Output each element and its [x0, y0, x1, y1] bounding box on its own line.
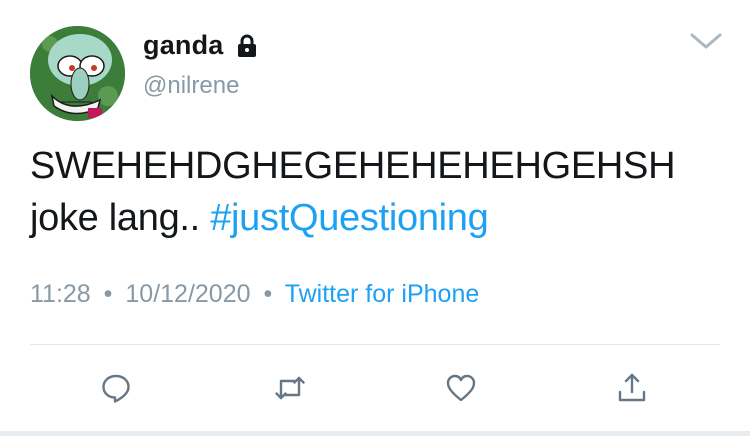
retweet-icon	[275, 376, 305, 400]
reply-icon	[102, 374, 130, 403]
tweet-source-link[interactable]: Twitter for iPhone	[285, 280, 480, 308]
tweet-date: 10/12/2020	[125, 280, 251, 308]
reply-button[interactable]	[98, 370, 134, 406]
user-handle[interactable]: @nilrene	[143, 72, 239, 100]
squidward-avatar-icon	[30, 26, 125, 121]
tweet-text-plain: joke lang..	[30, 197, 200, 239]
divider	[30, 344, 720, 345]
share-button[interactable]	[614, 370, 650, 406]
tweet-text: SWEHEHDGHEGEHEHEHEHGEHSH joke lang.. #ju…	[30, 140, 730, 244]
meta-separator: •	[263, 280, 273, 308]
tweet-text-line2: joke lang.. #justQuestioning	[30, 192, 730, 244]
display-name-text[interactable]: ganda	[143, 30, 224, 61]
lock-icon	[236, 34, 258, 58]
bottom-border	[0, 431, 750, 436]
retweet-button[interactable]	[272, 370, 308, 406]
chevron-down-icon[interactable]	[689, 31, 723, 51]
share-icon	[618, 373, 646, 402]
tweet-time: 11:28	[30, 280, 91, 308]
hashtag-link[interactable]: #justQuestioning	[210, 197, 489, 239]
heart-icon	[446, 374, 476, 402]
display-name[interactable]: ganda	[143, 30, 258, 61]
like-button[interactable]	[443, 370, 479, 406]
tweet-text-line1: SWEHEHDGHEGEHEHEHEHGEHSH	[30, 145, 676, 187]
meta-separator: •	[103, 280, 113, 308]
tweet-meta: 11:28 • 10/12/2020 • Twitter for iPhone	[30, 280, 479, 309]
avatar[interactable]	[30, 26, 125, 121]
